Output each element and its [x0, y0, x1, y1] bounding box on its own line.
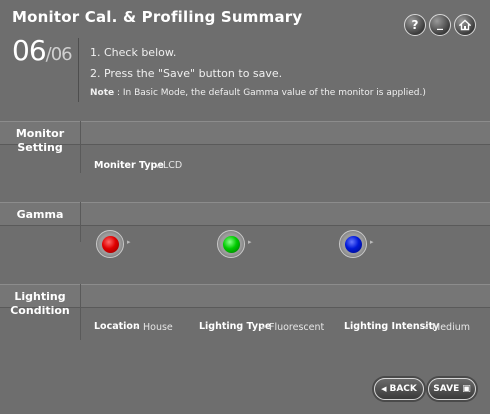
gamma-section-divider — [80, 202, 81, 242]
lighting-type-value: Fluorescent — [269, 322, 325, 333]
home-icon — [459, 19, 471, 31]
note-body: : In Basic Mode, the default Gamma value… — [114, 88, 426, 98]
monitor-section-label: Monitor Setting — [0, 127, 80, 155]
monitor-label-line2: Setting — [17, 141, 63, 154]
green-gamma-indicator — [222, 235, 240, 253]
note-label: Note — [90, 88, 115, 98]
lighting-section-label: Lighting Condition — [0, 290, 80, 318]
monitor-label-line1: Monitor — [15, 127, 65, 140]
step-indicator: 06/06 — [12, 34, 73, 67]
gamma-blue-button[interactable] — [339, 230, 367, 258]
gamma-green-button[interactable] — [217, 230, 245, 258]
minimize-button[interactable]: _ — [429, 14, 451, 36]
red-gamma-indicator — [101, 235, 119, 253]
blue-arrow-icon: ▸ — [370, 238, 374, 246]
save-button-label: SAVE — [433, 384, 460, 394]
instruction-1: 1. Check below. — [90, 46, 177, 59]
minimize-icon: _ — [437, 15, 443, 30]
back-arrow-icon: ◀ — [381, 385, 387, 393]
note-text: Note : In Basic Mode, the default Gamma … — [90, 88, 426, 98]
home-button[interactable] — [454, 14, 476, 36]
location-label: Location — [94, 321, 140, 332]
lighting-intensity-value: Medium — [432, 322, 470, 333]
step-divider — [78, 38, 79, 102]
bullet-arrow-icon: ▸ — [425, 324, 429, 331]
red-arrow-icon: ▸ — [127, 238, 131, 246]
help-icon: ? — [411, 18, 419, 32]
instruction-2: 2. Press the "Save" button to save. — [90, 67, 283, 80]
lighting-label-line2: Condition — [10, 304, 70, 317]
green-arrow-icon: ▸ — [248, 238, 252, 246]
back-button[interactable]: ◀ BACK — [374, 378, 424, 400]
back-button-label: BACK — [389, 384, 417, 394]
monitor-type-label: Moniter Type — [94, 160, 164, 171]
monitor-type-value: LCD — [163, 160, 183, 171]
bullet-arrow-icon: ▸ — [262, 324, 266, 331]
location-value: House — [143, 322, 173, 333]
lighting-section-divider — [80, 284, 81, 340]
page-title: Monitor Cal. & Profiling Summary — [12, 8, 303, 26]
save-button[interactable]: SAVE ▣ — [428, 378, 476, 400]
step-current: 06 — [12, 34, 47, 67]
bullet-arrow-icon: ▸ — [157, 163, 161, 170]
help-button[interactable]: ? — [404, 14, 426, 36]
monitor-section-divider — [80, 121, 81, 173]
gamma-red-button[interactable] — [96, 230, 124, 258]
lighting-label-line1: Lighting — [14, 290, 66, 303]
bullet-arrow-icon: ▸ — [135, 324, 139, 331]
lighting-type-label: Lighting Type — [199, 321, 272, 332]
save-icon: ▣ — [462, 384, 471, 394]
gamma-section-label: Gamma — [16, 208, 64, 221]
step-total: 06 — [50, 44, 73, 65]
blue-gamma-indicator — [344, 235, 362, 253]
